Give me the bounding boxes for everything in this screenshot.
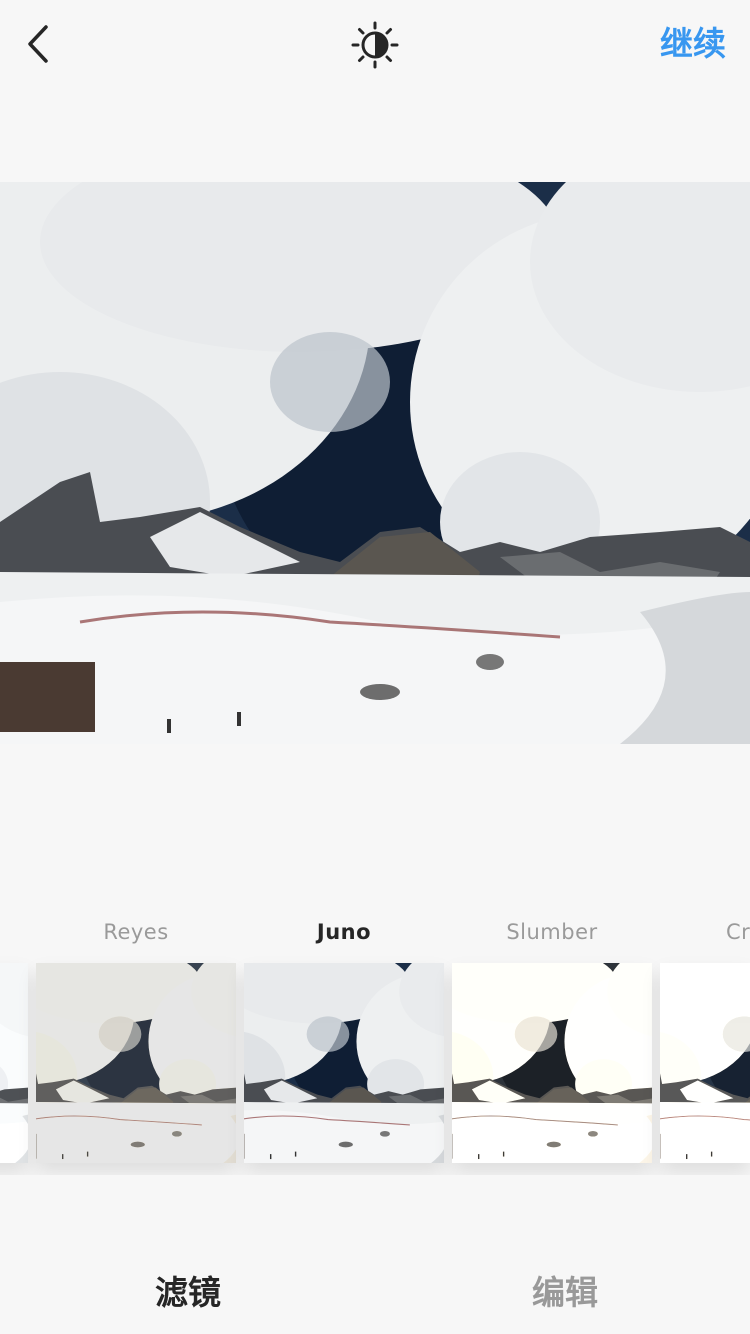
filter-preview [660, 963, 750, 1163]
bottom-tab-bar: 滤镜 编辑 [0, 1240, 750, 1334]
back-button[interactable] [18, 22, 58, 66]
filter-thumb-0[interactable] [0, 963, 28, 1163]
tab-edit[interactable]: 编辑 [465, 1266, 665, 1314]
tab-filter[interactable]: 滤镜 [88, 1266, 288, 1314]
filter-thumb-juno[interactable] [244, 963, 444, 1163]
filter-name-reyes: Reyes [103, 920, 169, 944]
next-button[interactable]: 继续 [660, 22, 726, 66]
filter-thumb-slumber[interactable] [452, 963, 652, 1163]
filter-thumb-reyes[interactable] [36, 963, 236, 1163]
photo-image [0, 182, 750, 744]
filter-preview [452, 963, 652, 1163]
filter-name-juno: Juno [316, 920, 372, 944]
filter-preview [36, 963, 236, 1163]
filter-preview [244, 963, 444, 1163]
chevron-left-icon [28, 25, 48, 63]
lux-adjust-button[interactable] [350, 20, 400, 70]
lux-sun-icon [351, 21, 399, 69]
top-bar: 继续 [0, 0, 750, 90]
filter-preview [0, 963, 28, 1163]
filter-thumb-cr[interactable] [660, 963, 750, 1163]
photo-preview[interactable] [0, 182, 750, 744]
filter-name-cr: Cr [726, 920, 750, 944]
filter-name-slumber: Slumber [506, 920, 598, 944]
filter-strip[interactable]: Reyes Juno Slumber Cr [0, 905, 750, 1175]
